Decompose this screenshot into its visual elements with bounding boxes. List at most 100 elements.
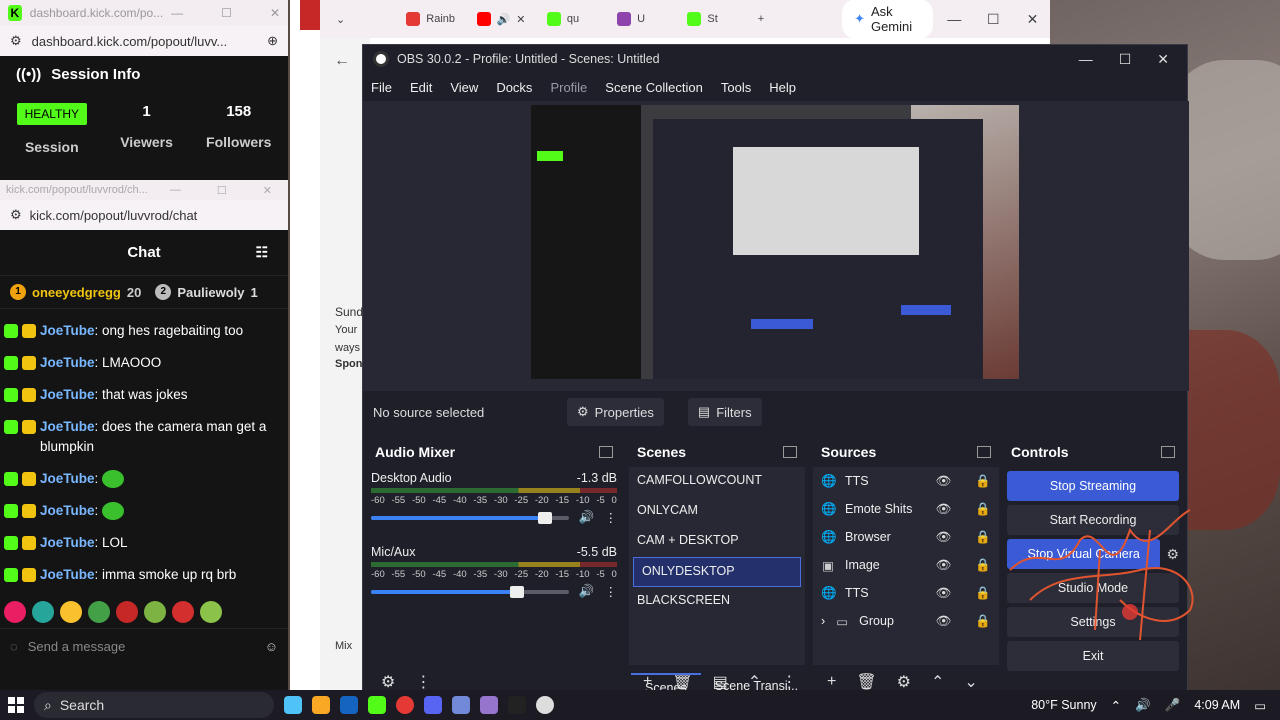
tab-chevron[interactable]: ⌄ — [330, 5, 396, 33]
volume-knob[interactable] — [510, 585, 525, 598]
scene-item[interactable]: ONLYCAM — [629, 497, 805, 527]
browser-tab-5[interactable]: St — [681, 5, 747, 33]
source-item[interactable]: 🌐 TTS 👁 🔒 — [813, 467, 999, 495]
close-button[interactable]: ✕ — [263, 184, 272, 197]
address-bar[interactable]: ⚙ dashboard.kick.com/popout/luvv... ⊕ — [0, 26, 288, 56]
close-button[interactable]: ✕ — [1015, 11, 1050, 28]
users-icon[interactable]: ☷ — [255, 244, 268, 261]
source-item[interactable]: ▣ Image 👁 🔒 — [813, 551, 999, 579]
gear-icon[interactable]: ⚙ — [1166, 546, 1179, 563]
scene-item[interactable]: BLACKSCREEN — [629, 587, 805, 617]
eye-icon[interactable]: 👁 — [936, 586, 952, 601]
close-button[interactable]: ✕ — [270, 6, 280, 20]
emote-icon[interactable] — [4, 601, 26, 623]
maximize-button[interactable]: ☐ — [976, 11, 1011, 28]
browser-tab-1[interactable]: Rainb — [400, 5, 466, 33]
widgets-icon[interactable] — [284, 696, 302, 714]
emote-icon[interactable] — [144, 601, 166, 623]
mixer-settings-icon[interactable]: ⚙ — [381, 672, 395, 692]
properties-button[interactable]: ⚙ Properties — [567, 398, 664, 426]
windows-start-icon[interactable] — [8, 697, 24, 713]
menu-profile[interactable]: Profile — [550, 80, 587, 95]
menu-tools[interactable]: Tools — [721, 80, 751, 95]
close-tab-icon[interactable]: ✕ — [516, 13, 525, 26]
emote-icon[interactable] — [116, 601, 138, 623]
scene-item-selected[interactable]: ONLYDESKTOP — [633, 557, 801, 587]
eye-icon[interactable]: 👁 — [936, 558, 952, 573]
filters-button[interactable]: ▤ Filters — [687, 398, 762, 426]
more-icon[interactable]: ⋮ — [605, 510, 618, 525]
zoom-icon[interactable]: ⊕ — [267, 33, 278, 49]
speaker-icon[interactable]: 🔊 — [579, 510, 595, 525]
minimize-button[interactable]: — — [171, 6, 183, 20]
lock-icon[interactable]: 🔒 — [975, 586, 991, 601]
emote-icon[interactable] — [172, 601, 194, 623]
clock[interactable]: 4:09 AM — [1194, 698, 1240, 712]
site-info-icon[interactable]: ⚙ — [10, 33, 22, 49]
settings-button[interactable]: Settings — [1007, 607, 1179, 637]
volume-knob[interactable] — [538, 511, 553, 524]
top-gifter[interactable]: 2 Pauliewoly 1 — [155, 284, 258, 300]
expand-chevron-icon[interactable]: › — [821, 614, 825, 628]
weather-text[interactable]: 80°F Sunny — [1031, 698, 1096, 712]
maximize-button[interactable]: ☐ — [221, 6, 232, 20]
menu-help[interactable]: Help — [769, 80, 796, 95]
discord-icon[interactable] — [424, 696, 442, 714]
chat-settings-icon[interactable]: ◌ — [10, 639, 18, 654]
eye-icon[interactable]: 👁 — [936, 502, 952, 517]
emote-icon[interactable] — [32, 601, 54, 623]
emoji-icon[interactable]: ☺ — [265, 639, 278, 654]
chat-username[interactable]: JoeTube — [40, 471, 95, 486]
ask-gemini-button[interactable]: ✦ Ask Gemini — [842, 0, 933, 39]
source-item[interactable]: 🌐 Emote Shits 👁 🔒 — [813, 495, 999, 523]
browser-tab-2[interactable]: 🔊 ✕ — [471, 5, 537, 33]
scene-item[interactable]: CAM + DESKTOP — [629, 527, 805, 557]
menu-edit[interactable]: Edit — [410, 80, 432, 95]
taskbar-search[interactable]: ⌕ Search — [34, 692, 274, 718]
trash-icon[interactable]: 🗑 — [856, 672, 876, 692]
chat-username[interactable]: JoeTube — [40, 323, 95, 338]
start-recording-button[interactable]: Start Recording — [1007, 505, 1179, 535]
more-icon[interactable]: ⋮ — [415, 672, 431, 692]
file-explorer-icon[interactable] — [312, 696, 330, 714]
undock-icon[interactable] — [977, 446, 991, 458]
undock-icon[interactable] — [599, 446, 613, 458]
eye-icon[interactable]: 👁 — [936, 474, 952, 489]
notification-icon[interactable]: ▭ — [1254, 698, 1266, 713]
chat-username[interactable]: JoeTube — [40, 419, 95, 434]
preview-canvas[interactable] — [531, 105, 1019, 379]
chat-username[interactable]: JoeTube — [40, 567, 95, 582]
chat-username[interactable]: JoeTube — [40, 355, 95, 370]
speaker-icon[interactable]: 🔊 — [579, 584, 595, 599]
chat-username[interactable]: JoeTube — [40, 535, 95, 550]
undock-icon[interactable] — [1161, 446, 1175, 458]
app-icon[interactable] — [480, 696, 498, 714]
chat-input[interactable]: ◌ Send a message ☺ — [0, 628, 288, 664]
chevron-up-icon[interactable]: ⌃ — [1111, 698, 1121, 713]
minimize-button[interactable]: — — [937, 11, 972, 27]
lock-icon[interactable]: 🔒 — [975, 502, 991, 517]
kick-icon[interactable] — [368, 696, 386, 714]
steam-icon[interactable] — [340, 696, 358, 714]
lock-icon[interactable]: 🔒 — [975, 474, 991, 489]
source-item[interactable]: › ▭ Group 👁 🔒 — [813, 607, 999, 635]
minimize-button[interactable]: — — [170, 184, 181, 196]
eye-icon[interactable]: 👁 — [936, 530, 952, 545]
volume-slider[interactable] — [371, 585, 569, 598]
scene-item[interactable]: CAMFOLLOWCOUNT — [629, 467, 805, 497]
top-gifter[interactable]: 1 oneeyedgregg 20 — [10, 284, 141, 300]
maximize-button[interactable]: ☐ — [217, 184, 227, 197]
menu-scene-collection[interactable]: Scene Collection — [605, 80, 703, 95]
stop-streaming-button[interactable]: Stop Streaming — [1007, 471, 1179, 501]
studio-mode-button[interactable]: Studio Mode — [1007, 573, 1179, 603]
chrome-icon[interactable] — [396, 696, 414, 714]
new-tab-button[interactable]: + — [752, 5, 778, 33]
emote-icon[interactable] — [60, 601, 82, 623]
browser-tab-3[interactable]: qu — [541, 5, 607, 33]
menu-view[interactable]: View — [450, 80, 478, 95]
obs-icon[interactable] — [536, 696, 554, 714]
menu-file[interactable]: File — [371, 80, 392, 95]
source-item[interactable]: 🌐 Browser 👁 🔒 — [813, 523, 999, 551]
mic-icon[interactable]: 🎤 — [1165, 698, 1181, 713]
browser-tab-4[interactable]: U — [611, 5, 677, 33]
